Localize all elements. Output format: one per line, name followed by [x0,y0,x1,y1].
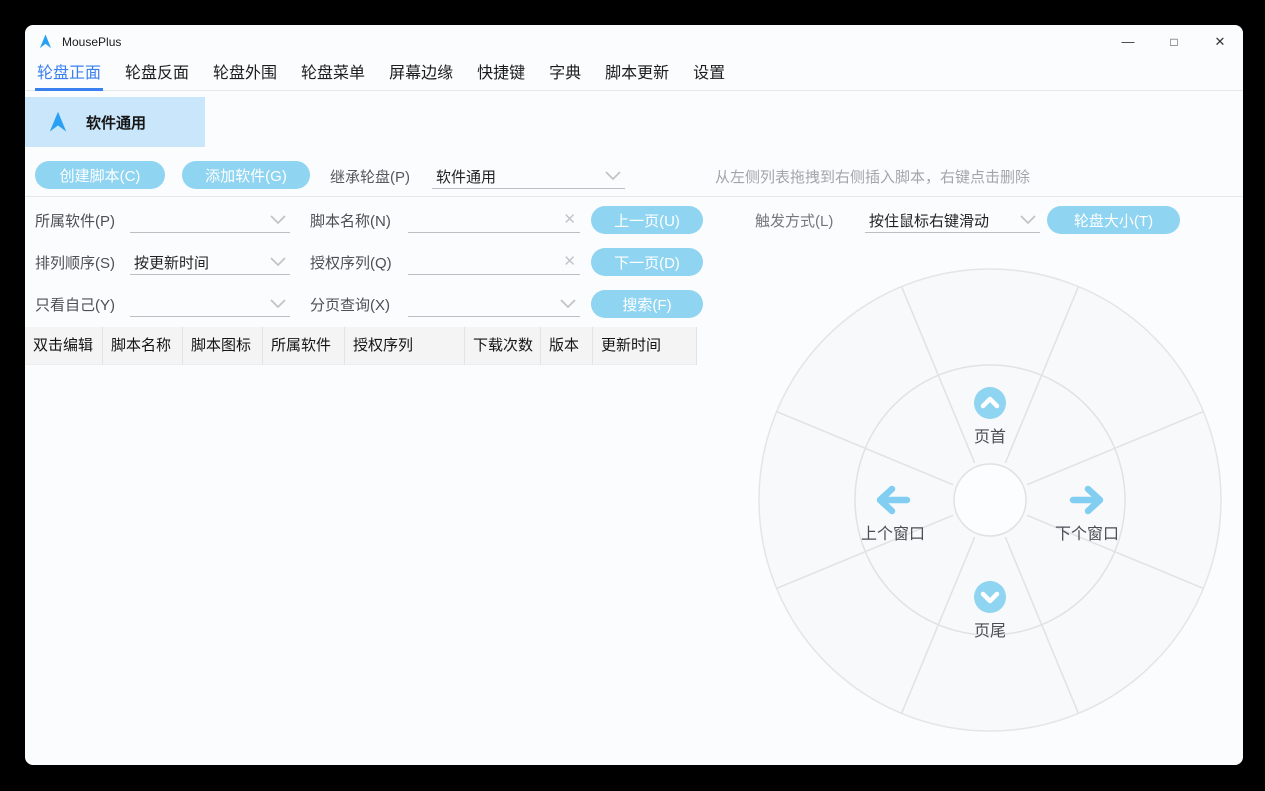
owner-software-dropdown[interactable] [130,207,290,233]
app-window: MousePlus — □ ✕ 轮盘正面 轮盘反面 轮盘外围 轮盘菜单 屏幕边缘… [25,25,1243,765]
license-serial-input[interactable] [412,249,554,273]
col-version[interactable]: 版本 [541,327,593,365]
only-mine-dropdown[interactable] [130,291,290,317]
script-name-input[interactable] [412,207,554,231]
divider [25,196,1243,197]
chevron-down-icon [270,215,286,225]
app-logo-icon [39,34,52,49]
minimize-button[interactable]: — [1105,25,1151,58]
clear-icon[interactable]: ✕ [563,210,576,228]
chevron-down-icon [605,171,621,181]
script-table-header: 双击编辑 脚本名称 脚本图标 所属软件 授权序列 下载次数 版本 更新时间 [25,327,697,365]
wheel-graphic [758,268,1222,732]
arrow-right-icon [1069,485,1104,515]
trigger-mode-value: 按住鼠标右键滑动 [869,213,990,230]
inherit-wheel-dropdown[interactable]: 软件通用 [432,163,625,189]
window-controls: — □ ✕ [1105,25,1243,58]
tab-screen-edge[interactable]: 屏幕边缘 [387,59,455,91]
wheel-label-top: 页首 [973,429,1006,446]
wheel-preview[interactable]: 页首 上个窗口 下个窗口 页尾 [750,260,1230,740]
col-update-time[interactable]: 更新时间 [593,327,697,365]
chevron-down-icon [270,299,286,309]
chevron-down-icon [1020,215,1036,225]
tab-wheel-front[interactable]: 轮盘正面 [35,59,104,91]
inherit-wheel-value: 软件通用 [436,169,497,186]
wheel-size-button[interactable]: 轮盘大小(T) [1047,206,1180,234]
col-download-count[interactable]: 下载次数 [465,327,541,365]
prev-page-button[interactable]: 上一页(U) [591,206,703,234]
only-mine-label: 只看自己(Y) [35,297,115,314]
selected-wheel-label: 软件通用 [86,114,147,132]
trigger-mode-label: 触发方式(L) [755,213,834,230]
page-query-dropdown[interactable] [408,291,580,317]
trigger-mode-dropdown[interactable]: 按住鼠标右键滑动 [865,207,1040,233]
col-script-name[interactable]: 脚本名称 [103,327,183,365]
chevron-down-circle-icon [974,581,1006,613]
chevron-down-icon [270,257,286,267]
script-name-label: 脚本名称(N) [310,213,391,230]
filter-row-3: 只看自己(Y) 分页查询(X) 搜索(F) [25,289,745,321]
col-script-icon[interactable]: 脚本图标 [183,327,263,365]
tab-script-update[interactable]: 脚本更新 [603,59,671,91]
sort-order-value: 按更新时间 [134,255,210,272]
selected-wheel-card[interactable]: 软件通用 [25,97,205,147]
close-button[interactable]: ✕ [1197,25,1243,58]
wheel-sector-bottom[interactable]: 页尾 [954,581,1026,641]
wheel-label-right: 下个窗口 [1054,526,1119,543]
app-title: MousePlus [62,34,122,49]
filter-row-2: 排列顺序(S) 按更新时间 授权序列(Q) ✕ 下一页(D) [25,247,745,279]
drag-hint-text: 从左侧列表拖拽到右侧插入脚本，右键点击删除 [715,169,1031,186]
col-owner-software[interactable]: 所属软件 [263,327,345,365]
maximize-button[interactable]: □ [1151,25,1197,58]
license-serial-label: 授权序列(Q) [310,255,392,272]
license-serial-field: ✕ [408,249,580,275]
wheel-sector-top[interactable]: 页首 [954,387,1026,447]
tab-settings[interactable]: 设置 [691,59,727,91]
inherit-wheel-label: 继承轮盘(P) [330,169,410,186]
chevron-up-circle-icon [974,387,1006,419]
tab-wheel-menu[interactable]: 轮盘菜单 [299,59,367,91]
toolbar: 创建脚本(C) 添加软件(G) 继承轮盘(P) 软件通用 从左侧列表拖拽到右侧插… [25,160,1243,194]
tab-hotkeys[interactable]: 快捷键 [475,59,527,91]
filter-row-1: 所属软件(P) 脚本名称(N) ✕ 上一页(U) [25,205,745,237]
wheel-label-bottom: 页尾 [973,623,1006,640]
wheel-sector-right[interactable]: 下个窗口 [1047,484,1127,544]
arrow-left-icon [876,485,911,515]
sort-order-dropdown[interactable]: 按更新时间 [130,249,290,275]
search-button[interactable]: 搜索(F) [591,290,703,318]
page-query-label: 分页查询(X) [310,297,390,314]
sort-order-label: 排列顺序(S) [35,255,115,272]
tab-wheel-back[interactable]: 轮盘反面 [123,59,191,91]
chevron-down-icon [560,299,576,309]
tab-bar: 轮盘正面 轮盘反面 轮盘外围 轮盘菜单 屏幕边缘 快捷键 字典 脚本更新 设置 [25,58,1243,91]
add-software-button[interactable]: 添加软件(G) [182,161,310,189]
script-name-field: ✕ [408,207,580,233]
cursor-triangle-icon [49,111,67,132]
clear-icon[interactable]: ✕ [563,252,576,270]
owner-software-label: 所属软件(P) [35,213,115,230]
tab-wheel-outer[interactable]: 轮盘外围 [211,59,279,91]
wheel-sector-left[interactable]: 上个窗口 [853,484,933,544]
titlebar: MousePlus — □ ✕ [25,25,1243,58]
create-script-button[interactable]: 创建脚本(C) [35,161,165,189]
next-page-button[interactable]: 下一页(D) [591,248,703,276]
wheel-label-left: 上个窗口 [860,526,925,543]
tab-dictionary[interactable]: 字典 [547,59,583,91]
col-license-serial[interactable]: 授权序列 [345,327,465,365]
col-double-click-edit[interactable]: 双击编辑 [25,327,103,365]
